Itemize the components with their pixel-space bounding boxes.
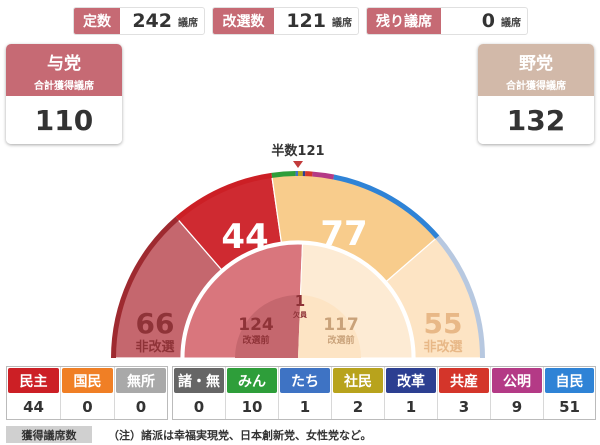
party-seats-kaikaku: 1 [405, 397, 417, 416]
party-cell-shoha: 諸・無 0 [173, 367, 226, 419]
ruling-uncontested-value: 66 [136, 307, 175, 340]
party-name-minna: みん [227, 368, 277, 393]
party-seats-tachiagare: 1 [299, 397, 311, 416]
majority-label: 半数121 [271, 143, 324, 159]
party-rim-1 [295, 171, 298, 177]
party-cell-kaikaku: 改革 1 [385, 367, 438, 419]
party-seats-minna: 10 [241, 397, 263, 416]
party-seats-minshu: 44 [23, 397, 44, 416]
party-name-shoha: 諸・無 [174, 368, 224, 393]
vacancy-label: 欠員 [293, 310, 308, 319]
party-cell-kokumin: 国民 0 [61, 367, 115, 419]
party-cell-tachiagare: たち 1 [279, 367, 332, 419]
footnote: （注）諸派は幸福実現党、日本創新党、女性党など。 [108, 429, 372, 442]
party-seats-kokumin: 0 [82, 397, 93, 416]
party-seats-komei: 9 [511, 397, 523, 416]
seats-legend-tag: 獲得議席数 [6, 426, 92, 443]
party-cell-shamin: 社民 2 [332, 367, 385, 419]
ruling-before-value: 124 [238, 315, 274, 335]
party-seats-jimin: 51 [559, 397, 580, 416]
opposition-party-table: 諸・無 0 みん 10 たち 1 社民 2 改革 1 共産 3 公明 9 自民 … [172, 366, 596, 420]
party-name-kokumin: 国民 [62, 368, 113, 393]
opposition-before-label: 改選前 [327, 334, 354, 346]
ruling-party-table: 民主 44 国民 0 無所 0 [6, 366, 168, 420]
party-name-minshu: 民主 [8, 368, 59, 393]
party-name-mushozoku: 無所 [116, 368, 166, 393]
opposition-uncontested-value: 55 [424, 307, 463, 340]
party-cell-minna: みん 10 [226, 367, 279, 419]
party-cell-jimin: 自民 51 [544, 367, 595, 419]
opposition-uncontested-label: 非改選 [423, 339, 462, 355]
majority-marker-icon [293, 161, 303, 168]
party-seats-shamin: 2 [352, 397, 364, 416]
party-name-komei: 公明 [492, 368, 542, 393]
opposition-won-value: 77 [320, 214, 367, 254]
party-seats-shoha: 0 [193, 397, 205, 416]
party-name-tachiagare: たち [280, 368, 330, 393]
party-name-jimin: 自民 [545, 368, 594, 393]
party-seats-kyosan: 3 [458, 397, 470, 416]
party-cell-kyosan: 共産 3 [438, 367, 491, 419]
party-name-kaikaku: 改革 [386, 368, 436, 393]
party-name-shamin: 社民 [333, 368, 383, 393]
party-rim-3 [302, 171, 306, 177]
party-cell-minshu: 民主 44 [7, 367, 61, 419]
party-seats-mushozoku: 0 [135, 397, 147, 416]
party-rim-4 [305, 171, 313, 177]
ruling-won-value: 44 [221, 217, 268, 257]
ruling-uncontested-label: 非改選 [135, 339, 174, 355]
party-cell-komei: 公明 9 [491, 367, 544, 419]
party-cell-mushozoku: 無所 0 [115, 367, 167, 419]
opposition-before-value: 117 [323, 315, 359, 335]
ruling-before-label: 改選前 [242, 334, 269, 346]
vacancy-value: 1 [295, 292, 305, 310]
party-name-kyosan: 共産 [439, 368, 489, 393]
party-rim-2 [298, 171, 303, 177]
